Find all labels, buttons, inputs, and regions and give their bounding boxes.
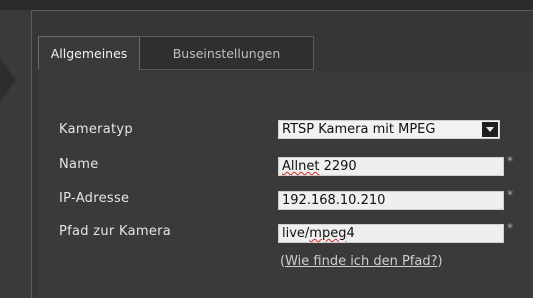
- path-help-link[interactable]: (Wie finde ich den Pfad?): [280, 254, 443, 269]
- window-top-bar: [0, 0, 533, 10]
- name-required-marker: *: [507, 154, 513, 168]
- ip-required-marker: *: [507, 188, 513, 202]
- tab-bar: Allgemeines Buseinstellungen: [38, 36, 533, 71]
- panel-edge-notch: [0, 58, 16, 102]
- path-value-suffix: 4: [346, 226, 355, 241]
- name-label: Name: [59, 157, 99, 172]
- camera-path-label: Pfad zur Kamera: [59, 224, 172, 239]
- name-input[interactable]: Allnet 2290: [278, 157, 504, 176]
- ip-address-input[interactable]: 192.168.10.210: [278, 191, 504, 210]
- dropdown-button[interactable]: [482, 122, 498, 137]
- camera-type-select[interactable]: RTSP Kamera mit MPEG: [278, 120, 500, 139]
- tab-buseinstellungen[interactable]: Buseinstellungen: [140, 36, 314, 70]
- path-value-prefix: live/: [282, 226, 310, 241]
- path-required-marker: *: [507, 221, 513, 235]
- path-value-spellmark: mpeg: [309, 226, 347, 241]
- camera-path-input[interactable]: live/mpeg4: [278, 224, 504, 243]
- name-value-suffix: 2290: [319, 159, 357, 174]
- ip-address-label: IP-Adresse: [59, 191, 130, 206]
- camera-type-label: Kameratyp: [59, 122, 133, 137]
- chevron-down-icon: [486, 127, 494, 132]
- name-value-spellmark: Allnet: [282, 159, 320, 174]
- camera-type-value: RTSP Kamera mit MPEG: [282, 122, 436, 137]
- help-link-text[interactable]: Wie finde ich den Pfad?: [285, 254, 437, 269]
- help-link-close-paren: ): [437, 254, 443, 269]
- tab-allgemeines[interactable]: Allgemeines: [38, 36, 140, 70]
